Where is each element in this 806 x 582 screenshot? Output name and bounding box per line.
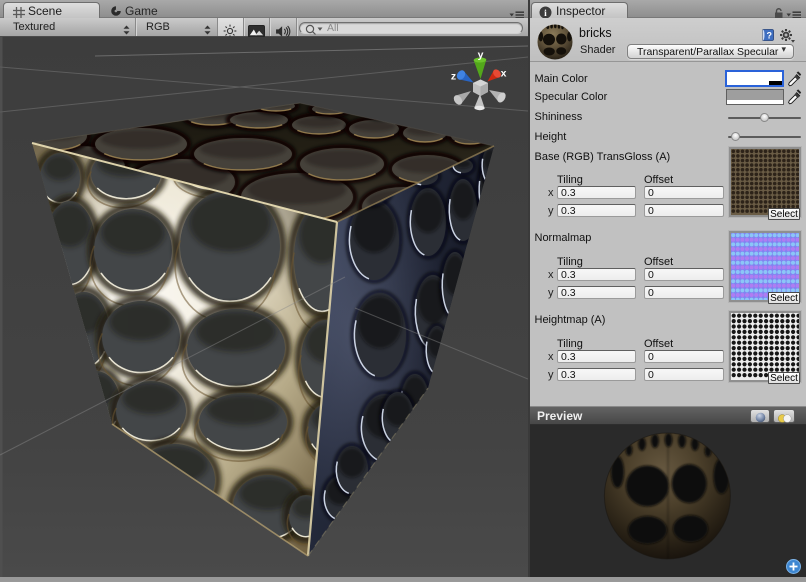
svg-text:x: x [501, 68, 507, 80]
svg-text:z: z [451, 71, 456, 83]
svg-text:y: y [478, 49, 484, 61]
svg-text:?: ? [766, 30, 772, 40]
